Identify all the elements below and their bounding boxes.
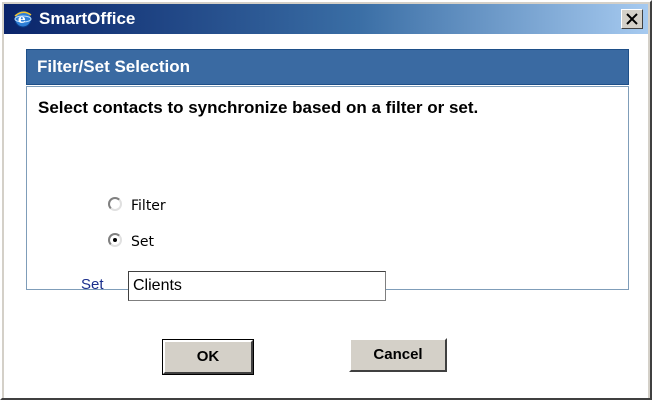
section-header: Filter/Set Selection (26, 49, 629, 85)
radio-selected-dot (113, 238, 117, 242)
section-title: Filter/Set Selection (37, 57, 191, 76)
ie-globe-icon: e (13, 9, 33, 29)
filter-option[interactable]: Filter (108, 197, 228, 217)
svg-text:e: e (18, 12, 26, 26)
ok-button[interactable]: OK (162, 339, 254, 375)
window-title: SmartOffice (39, 9, 136, 28)
close-icon (626, 13, 638, 25)
set-input[interactable] (128, 271, 386, 301)
set-radio[interactable] (108, 233, 122, 247)
dialog-window: e SmartOffice Filter/Set Selection Selec… (0, 0, 652, 400)
set-radio-label[interactable]: Set (131, 234, 154, 250)
filter-radio-label[interactable]: Filter (131, 198, 166, 214)
cancel-button[interactable]: Cancel (349, 338, 447, 372)
title-bar[interactable]: e SmartOffice (4, 4, 648, 34)
set-field-label: Set (81, 276, 104, 293)
instruction-text: Select contacts to synchronize based on … (38, 98, 479, 117)
filter-radio[interactable] (108, 197, 122, 211)
set-option[interactable]: Set (108, 233, 228, 253)
close-button[interactable] (621, 9, 643, 29)
